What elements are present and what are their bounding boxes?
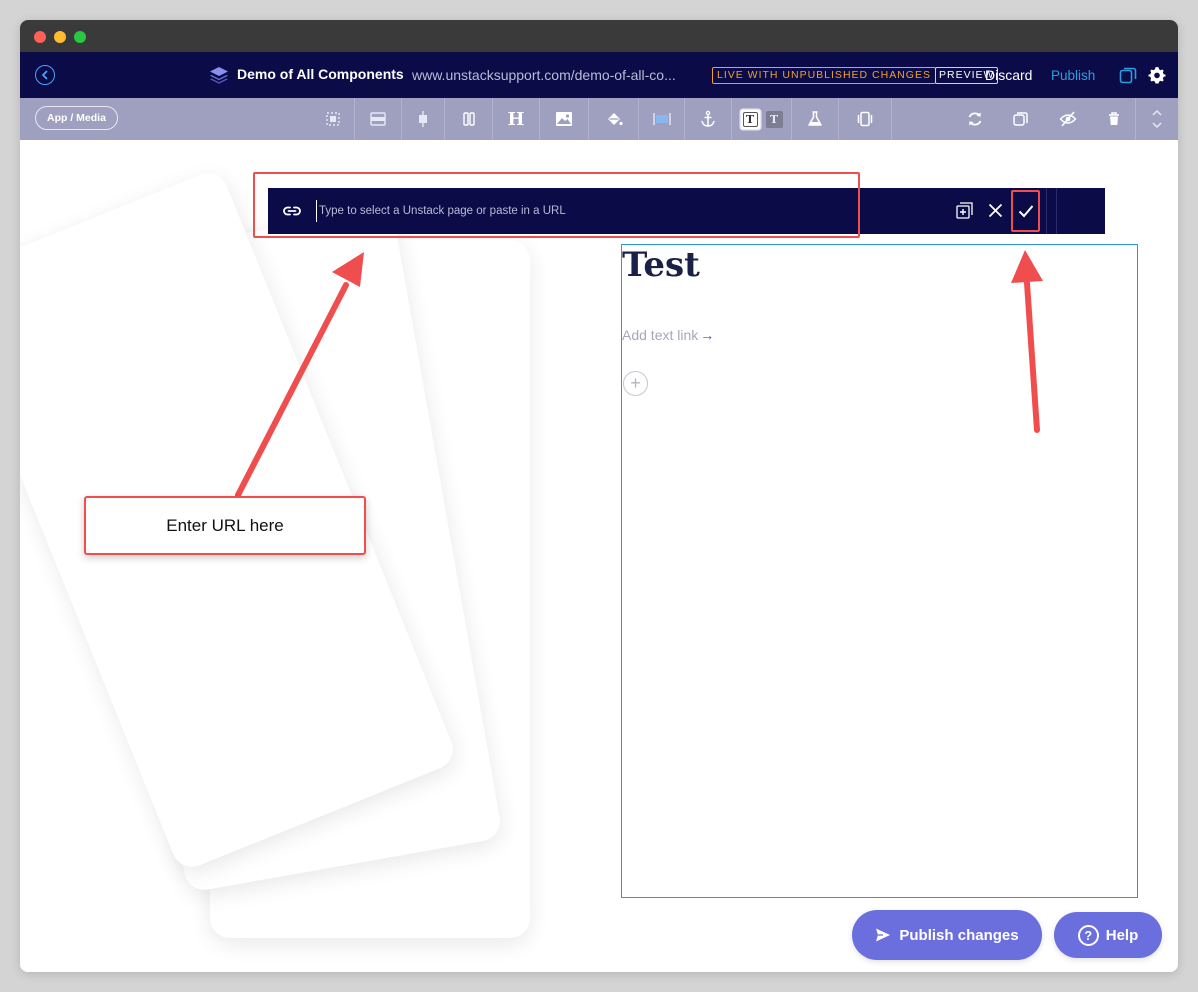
maximize-window-button[interactable] [74, 31, 86, 43]
toolbar-divider [891, 98, 892, 140]
chevron-down-icon[interactable] [1148, 121, 1166, 130]
paint-bucket-icon [607, 113, 623, 126]
crop-tool[interactable] [311, 98, 354, 140]
anchor-tool[interactable] [684, 98, 731, 140]
editor-top-nav: Demo of All Components www.unstacksuppor… [20, 52, 1178, 98]
site-title: Demo of All Components [237, 66, 404, 82]
align-tool[interactable] [401, 98, 444, 140]
rotate-tool[interactable] [952, 98, 997, 140]
full-width-tool[interactable] [638, 98, 684, 140]
align-vertical-icon [419, 111, 427, 127]
add-text-link[interactable]: Add text link → [622, 327, 714, 343]
help-button[interactable]: ? Help [1054, 912, 1162, 958]
delete-tool[interactable] [1092, 98, 1135, 140]
send-icon [876, 928, 891, 942]
back-icon[interactable] [35, 65, 55, 85]
site-url[interactable]: www.unstacksupport.com/demo-of-all-co... [412, 67, 676, 83]
text-style-dark-icon[interactable]: T [765, 110, 783, 128]
hide-tool[interactable] [1044, 98, 1092, 140]
ab-test-tool[interactable] [791, 98, 838, 140]
layers-icon [210, 67, 228, 84]
section-width-icon [370, 112, 386, 126]
text-style-tool[interactable]: T T [731, 98, 791, 140]
settings-icon[interactable] [1148, 66, 1166, 84]
url-bar-highlight [253, 172, 860, 238]
carousel-tool[interactable] [838, 98, 891, 140]
duplicate-icon [1012, 112, 1028, 126]
heading-tool[interactable]: H [492, 98, 539, 140]
text-style-light-glyph: T [742, 111, 758, 127]
columns-tool[interactable] [444, 98, 492, 140]
url-bar-divider [1046, 188, 1047, 234]
refresh-icon [968, 112, 981, 126]
publish-button[interactable]: Publish [1051, 68, 1095, 83]
annotation-callout: Enter URL here [84, 496, 366, 555]
eye-slash-icon [1059, 111, 1077, 127]
carousel-icon [857, 111, 873, 127]
page-canvas: Test Add text link→ + Publish changes ? … [20, 140, 1178, 972]
chevron-up-icon[interactable] [1148, 108, 1166, 117]
selected-content-block[interactable]: Test Add text link → + [621, 244, 1138, 898]
publish-changes-label: Publish changes [899, 926, 1019, 944]
section-width-tool[interactable] [354, 98, 401, 140]
add-element-button[interactable]: + [623, 371, 648, 396]
move-section-tool[interactable] [1135, 98, 1178, 140]
window-titlebar [20, 20, 1178, 52]
url-bar-divider [1056, 188, 1057, 234]
columns-icon [462, 112, 475, 126]
close-icon[interactable] [987, 202, 1004, 219]
fill-tool[interactable] [588, 98, 638, 140]
anchor-icon [701, 110, 715, 127]
discard-button[interactable]: Discard [985, 67, 1032, 83]
duplicate-tool[interactable] [997, 98, 1044, 140]
image-icon [556, 112, 572, 126]
trash-icon [1108, 112, 1119, 125]
close-window-button[interactable] [34, 31, 46, 43]
content-heading[interactable]: Test [622, 245, 700, 285]
text-style-light-icon[interactable]: T [740, 109, 760, 129]
flask-icon [808, 111, 822, 126]
crop-icon [325, 112, 340, 126]
minimize-window-button[interactable] [54, 31, 66, 43]
arrow-right-icon: → [700, 327, 715, 343]
app-media-button[interactable]: App / Media [35, 106, 118, 130]
check-button-highlight [1011, 190, 1040, 232]
add-page-icon[interactable] [956, 202, 973, 219]
heading-icon: H [507, 108, 525, 130]
full-width-icon [652, 113, 671, 125]
publish-changes-button[interactable]: Publish changes [852, 910, 1042, 960]
copy-icon[interactable] [1119, 66, 1137, 84]
help-label: Help [1105, 926, 1139, 944]
section-toolbar: App / Media H T T [20, 98, 1178, 140]
question-icon: ? [1077, 924, 1099, 946]
text-link-label: Add text link [622, 327, 699, 343]
live-status-badge: LIVE WITH UNPUBLISHED CHANGES [712, 67, 936, 84]
image-tool[interactable] [539, 98, 588, 140]
